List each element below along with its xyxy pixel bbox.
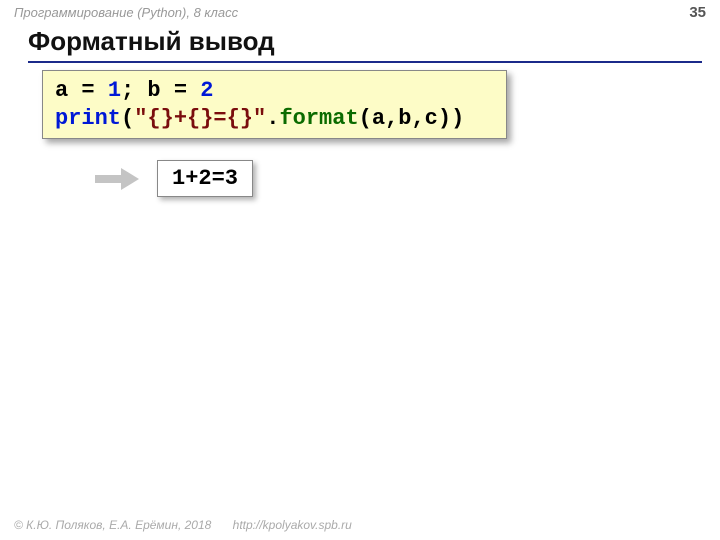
code-token: ( bbox=[359, 106, 372, 131]
code-token: ( bbox=[121, 106, 134, 131]
slide-footer: © К.Ю. Поляков, Е.А. Ерёмин, 2018 http:/… bbox=[14, 518, 352, 532]
code-token: ) bbox=[451, 106, 464, 131]
code-token: format bbox=[279, 106, 358, 131]
page-number: 35 bbox=[689, 4, 706, 21]
slide-header: Программирование (Python), 8 класс 35 bbox=[0, 0, 720, 22]
code-token: . bbox=[266, 106, 279, 131]
arrow-right-icon bbox=[95, 168, 139, 190]
slide-title: Форматный вывод bbox=[28, 26, 702, 57]
code-token: print bbox=[55, 106, 121, 131]
code-token: b bbox=[147, 78, 160, 103]
code-block: a = 1; b = 2 print("{}+{}={}".format(a,b… bbox=[42, 70, 507, 139]
code-token: = bbox=[68, 78, 108, 103]
code-token: ) bbox=[438, 106, 451, 131]
code-token: "{}+{}={}" bbox=[134, 106, 266, 131]
footer-url: http://kpolyakov.spb.ru bbox=[233, 518, 352, 532]
copyright-text: © К.Ю. Поляков, Е.А. Ерёмин, 2018 bbox=[14, 518, 211, 532]
code-token: 2 bbox=[200, 78, 213, 103]
code-token: ; bbox=[121, 78, 147, 103]
title-bar: Форматный вывод bbox=[28, 26, 702, 63]
output-text: 1+2=3 bbox=[172, 166, 238, 191]
output-row: 1+2=3 bbox=[95, 160, 253, 197]
code-token: = bbox=[161, 78, 201, 103]
code-token: 1 bbox=[108, 78, 121, 103]
output-box: 1+2=3 bbox=[157, 160, 253, 197]
course-name: Программирование (Python), 8 класс bbox=[14, 5, 238, 20]
code-token: a,b,c bbox=[372, 106, 438, 131]
code-token: a bbox=[55, 78, 68, 103]
